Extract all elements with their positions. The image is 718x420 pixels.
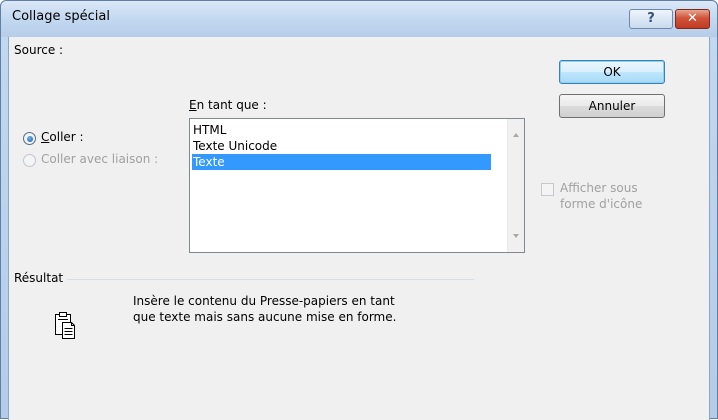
paste-special-dialog: Collage spécial ? ✕ Source : OK Annuler … xyxy=(0,0,718,420)
format-list-item[interactable]: HTML xyxy=(192,122,491,138)
clipboard-text-icon xyxy=(55,312,75,339)
close-button[interactable]: ✕ xyxy=(675,9,710,29)
paste-radio[interactable] xyxy=(23,132,36,145)
paste-link-radio-label[interactable]: Coller avec liaison : xyxy=(41,152,158,166)
format-list-item-selected[interactable]: Texte xyxy=(192,154,491,170)
as-label-accesskey: E xyxy=(189,98,197,112)
result-label: Résultat xyxy=(14,271,64,285)
display-as-icon-label-line1[interactable]: Afficher sous xyxy=(560,181,638,195)
paste-radio-text: oller : xyxy=(49,130,84,144)
display-as-icon-label-line2[interactable]: forme d'icône xyxy=(560,197,642,211)
scroll-up-arrow-icon[interactable] xyxy=(513,133,519,137)
scroll-down-arrow-icon[interactable] xyxy=(513,234,519,238)
as-label-text: n tant que : xyxy=(196,98,267,112)
format-list-scrollbar[interactable] xyxy=(507,119,524,252)
result-description-line1: Insère le contenu du Presse-papiers en t… xyxy=(133,294,395,308)
help-button[interactable]: ? xyxy=(629,9,673,29)
as-label: En tant que : xyxy=(189,98,267,112)
title-bar[interactable]: Collage spécial ? ✕ xyxy=(1,1,717,37)
result-separator xyxy=(67,279,474,280)
window-title: Collage spécial xyxy=(12,9,110,24)
cancel-button[interactable]: Annuler xyxy=(559,94,665,118)
dialog-content: Source : OK Annuler En tant que : Coller… xyxy=(8,37,710,420)
format-list-item[interactable]: Texte Unicode xyxy=(192,138,491,154)
ok-button[interactable]: OK xyxy=(559,60,665,84)
display-as-icon-checkbox[interactable] xyxy=(541,183,554,196)
format-listbox[interactable]: HTML Texte Unicode Texte xyxy=(189,118,525,253)
paste-link-radio[interactable] xyxy=(23,154,36,167)
paste-radio-label[interactable]: Coller : xyxy=(41,130,84,144)
source-label: Source : xyxy=(14,43,64,57)
result-description-line2: que texte mais sans aucune mise en forme… xyxy=(133,310,397,324)
